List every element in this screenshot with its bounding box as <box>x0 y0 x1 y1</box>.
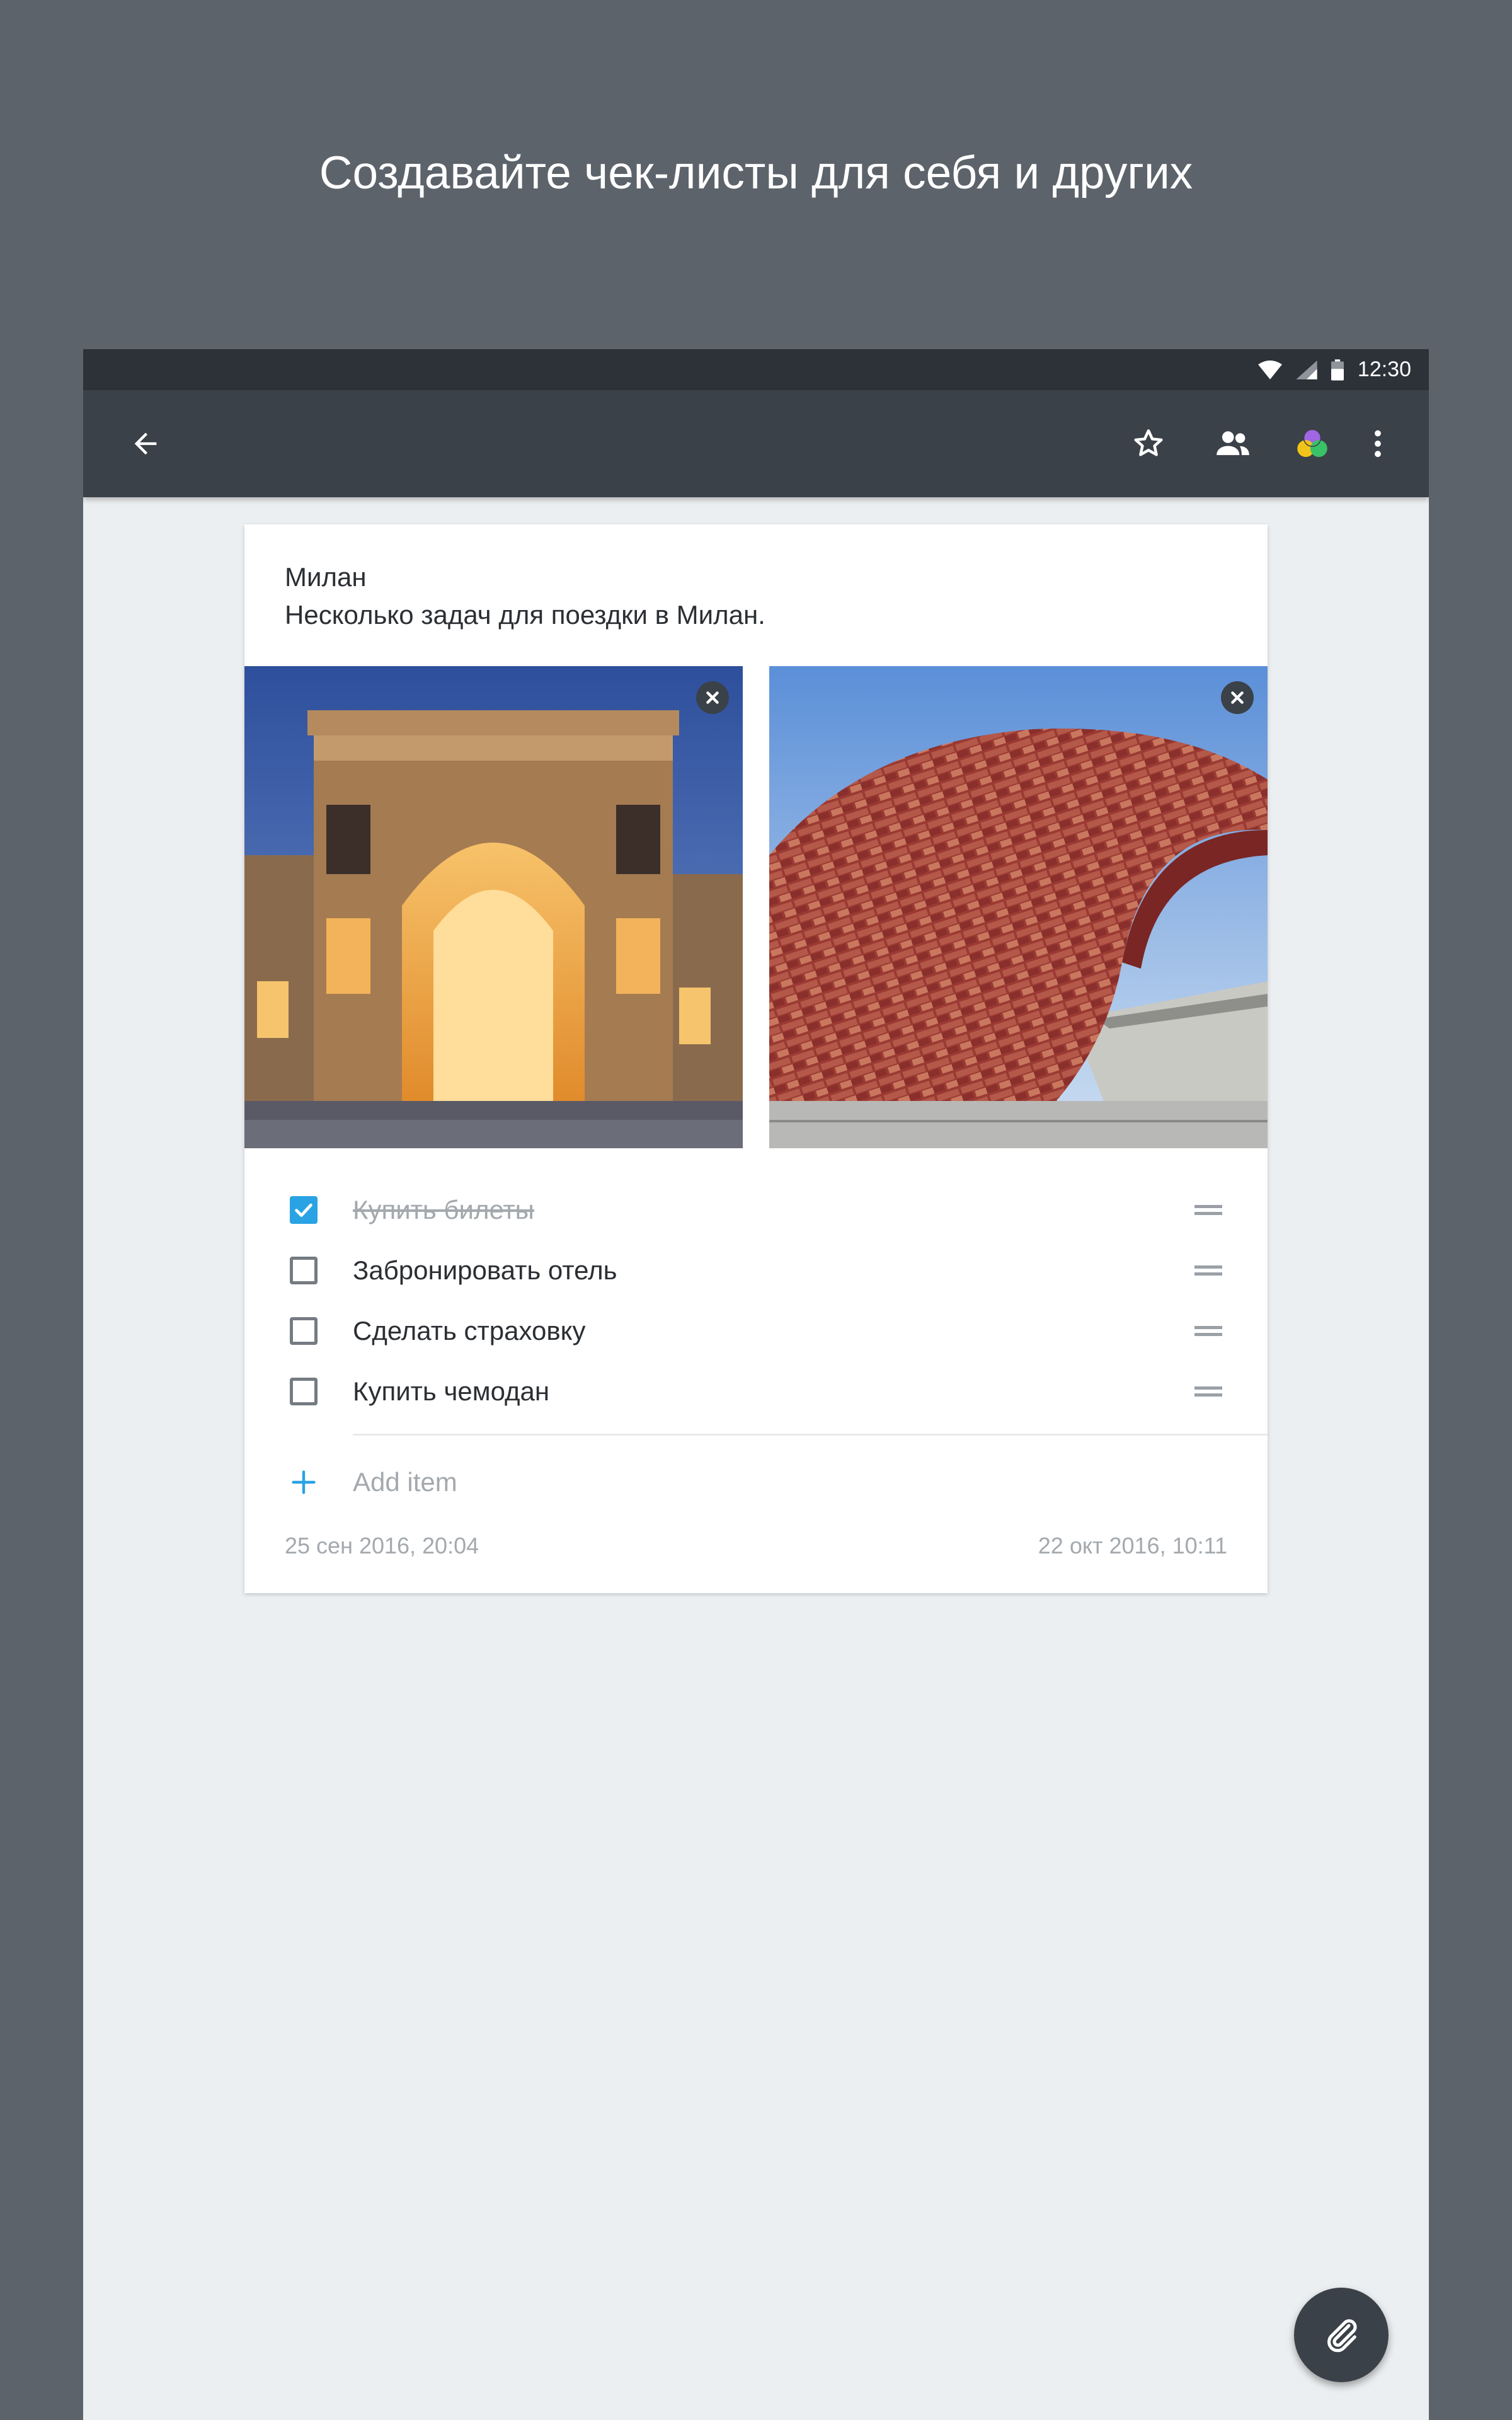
more-button[interactable] <box>1354 420 1401 467</box>
color-button[interactable] <box>1289 420 1336 467</box>
galleria-photo <box>244 666 743 1148</box>
pavilion-photo <box>769 666 1268 1148</box>
checklist-item-text[interactable]: Забронировать отель <box>353 1255 617 1286</box>
back-arrow-icon <box>134 432 157 455</box>
checkbox[interactable] <box>290 1257 318 1284</box>
note-description[interactable]: Несколько задач для поездки в Милан. <box>285 600 765 630</box>
checklist-item[interactable]: Сделать страховку <box>244 1301 1268 1361</box>
checklist-item[interactable]: Купить билеты <box>244 1180 1268 1240</box>
add-item-row[interactable]: Add item <box>244 1451 1268 1514</box>
checkmark-icon <box>295 1203 312 1217</box>
favorite-button[interactable] <box>1125 420 1172 467</box>
more-vert-icon <box>1375 430 1381 458</box>
color-icon <box>1297 429 1327 458</box>
wifi-icon <box>1257 360 1282 379</box>
status-time: 12:30 <box>1357 357 1411 381</box>
remove-image-button[interactable] <box>696 681 729 714</box>
note-image-pavilion[interactable] <box>769 666 1268 1148</box>
remove-image-button[interactable] <box>1221 681 1254 714</box>
add-item-input[interactable]: Add item <box>353 1467 457 1497</box>
checklist-item-text[interactable]: Сделать страховку <box>353 1316 586 1346</box>
checklist-item-text[interactable]: Купить билеты <box>353 1195 534 1225</box>
device-screen: 12:30 Милан Несколько задач для поездки … <box>83 349 1429 2420</box>
note-image-galleria[interactable] <box>244 666 743 1148</box>
note-card[interactable]: Милан Несколько задач для поездки в Мила… <box>244 524 1268 1593</box>
plus-icon <box>292 1470 316 1494</box>
checkbox[interactable] <box>290 1317 318 1345</box>
modified-date: 22 окт 2016, 10:11 <box>1038 1533 1227 1559</box>
battery-icon <box>1331 359 1344 381</box>
share-button[interactable] <box>1210 420 1256 467</box>
promo-headline: Создавайте чек-листы для себя и других <box>319 147 1193 199</box>
paperclip-icon <box>1327 2319 1357 2353</box>
checkbox[interactable] <box>290 1378 318 1405</box>
close-icon <box>706 691 719 704</box>
back-button[interactable] <box>122 420 169 467</box>
note-title[interactable]: Милан <box>285 562 367 592</box>
drag-handle-icon[interactable] <box>1194 1326 1222 1336</box>
checkbox-checked[interactable] <box>290 1196 318 1224</box>
divider <box>353 1434 1268 1436</box>
signal-icon <box>1296 360 1317 379</box>
people-icon <box>1217 431 1249 456</box>
drag-handle-icon[interactable] <box>1194 1205 1222 1215</box>
close-icon <box>1231 691 1244 704</box>
drag-handle-icon[interactable] <box>1194 1386 1222 1397</box>
drag-handle-icon[interactable] <box>1194 1265 1222 1276</box>
status-bar: 12:30 <box>83 349 1429 390</box>
checklist-item[interactable]: Купить чемодан <box>244 1361 1268 1422</box>
checklist-item[interactable]: Забронировать отель <box>244 1240 1268 1301</box>
attach-fab-button[interactable] <box>1294 2288 1389 2382</box>
app-bar <box>83 390 1429 497</box>
created-date: 25 сен 2016, 20:04 <box>285 1533 479 1559</box>
checklist-item-text[interactable]: Купить чемодан <box>353 1376 549 1407</box>
star-icon <box>1134 429 1163 456</box>
